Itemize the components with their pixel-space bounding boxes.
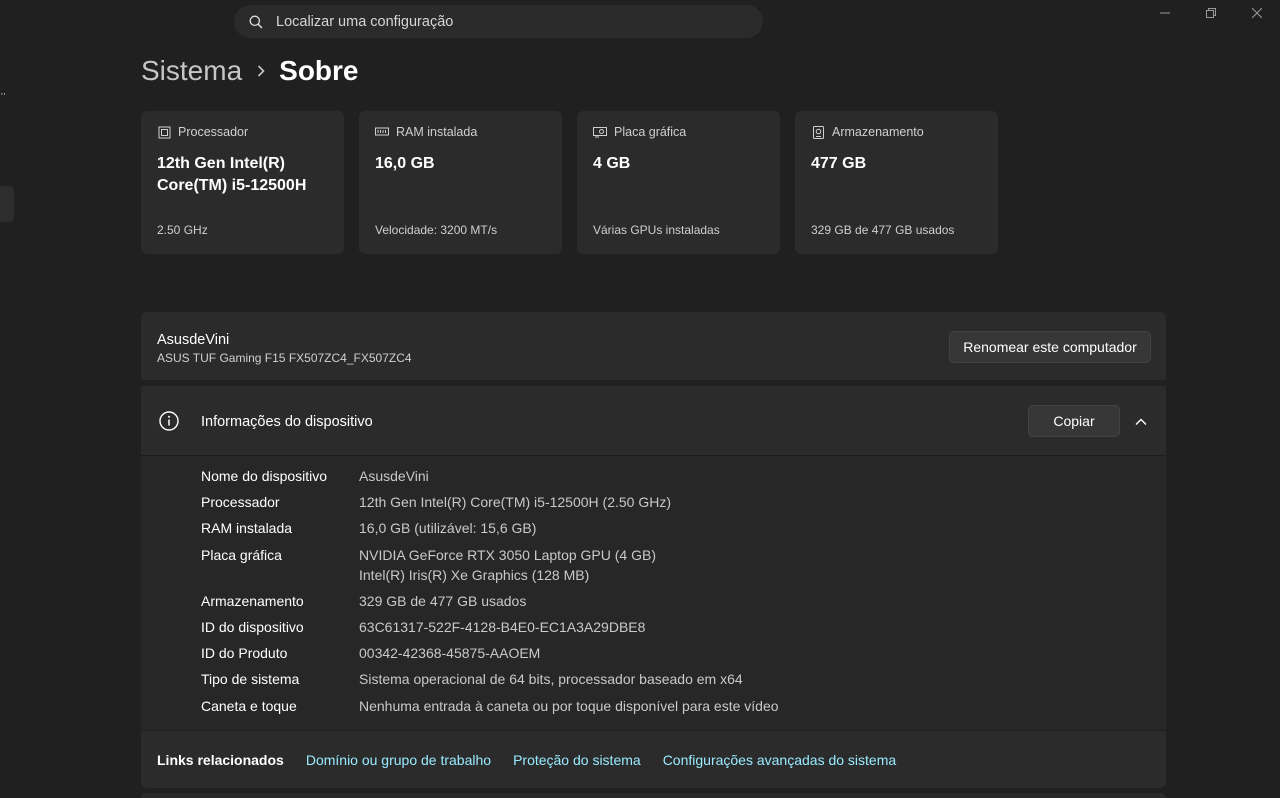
link-domain-workgroup[interactable]: Domínio ou grupo de trabalho [306, 752, 491, 768]
restore-icon[interactable] [1188, 0, 1234, 26]
spec-value: 329 GB de 477 GB usados [359, 592, 527, 609]
nav-overflow-icon[interactable]: ·· [0, 88, 6, 100]
spec-label: Nome do dispositivo [201, 468, 328, 484]
spec-value: Sistema operacional de 64 bits, processa… [359, 671, 743, 688]
card-value: 12th Gen Intel(R) [157, 155, 286, 172]
copy-button[interactable]: Copiar [1028, 405, 1120, 437]
page-title: Sobre [279, 55, 359, 86]
card-value: 4 GB [593, 155, 631, 172]
spec-label: ID do dispositivo [201, 618, 304, 635]
spec-row: Placa gráfica NVIDIA GeForce RTX 3050 La… [201, 545, 779, 585]
spec-label: Processador [201, 494, 280, 511]
spec-row: Armazenamento 329 GB de 477 GB usados [201, 591, 779, 611]
spec-value-line2: Intel(R) Iris(R) Xe Graphics (128 MB) [359, 566, 590, 583]
spec-value: 16,0 GB (utilizável: 15,6 GB) [359, 520, 537, 537]
device-info-title: Informações do dispositivo [201, 414, 373, 430]
next-section-edge [141, 793, 1166, 798]
spec-row: RAM instalada 16,0 GB (utilizável: 15,6 … [201, 518, 779, 538]
device-name-row: AsusdeVini ASUS TUF Gaming F15 FX507ZC4_… [141, 312, 1166, 380]
card-value-line2: Core(TM) i5-12500H [157, 177, 307, 194]
card-value: 477 GB [811, 155, 867, 172]
spec-row: ID do Produto 00342-42368-45875-AAOEM [201, 643, 779, 663]
spec-value: 63C61317-522F-4128-B4E0-EC1A3A29DBE8 [359, 618, 646, 635]
spec-row: Processador 12th Gen Intel(R) Core(TM) i… [201, 492, 779, 512]
search-icon [248, 14, 264, 30]
spec-value: 00342-42368-45875-AAOEM [359, 645, 541, 662]
storage-card: Armazenamento 477 GB 329 GB de 477 GB us… [795, 111, 998, 254]
spec-value: 12th Gen Intel(R) Core(TM) i5-12500H (2.… [359, 494, 671, 511]
card-footer: Várias GPUs instaladas [593, 223, 720, 237]
spec-row: ID do dispositivo 63C61317-522F-4128-B4E… [201, 617, 779, 637]
spec-label: Armazenamento [201, 592, 304, 609]
card-title: Processador [178, 125, 249, 139]
ram-icon [375, 125, 389, 139]
processor-icon [157, 125, 171, 139]
info-icon [158, 410, 180, 432]
spec-label: Tipo de sistema [201, 671, 300, 688]
card-value: 16,0 GB [375, 155, 435, 172]
chevron-up-icon[interactable] [1131, 412, 1151, 432]
processor-card: Processador 12th Gen Intel(R) Core(TM) i… [141, 111, 344, 254]
gpu-icon [593, 125, 607, 139]
device-spec-list: Nome do dispositivo AsusdeVini Processad… [201, 466, 779, 722]
card-footer: Velocidade: 3200 MT/s [375, 223, 498, 237]
ram-card: RAM instalada 16,0 GB Velocidade: 3200 M… [359, 111, 562, 254]
link-advanced-system-settings[interactable]: Configurações avançadas do sistema [663, 752, 896, 768]
spec-value: NVIDIA GeForce RTX 3050 Laptop GPU (4 GB… [359, 546, 656, 563]
spec-row: Tipo de sistema Sistema operacional de 6… [201, 669, 779, 689]
related-links-title: Links relacionados [157, 751, 284, 768]
search-box[interactable]: Localizar uma configuração [234, 5, 763, 38]
chevron-right-icon [256, 64, 266, 78]
spec-row: Caneta e toque Nenhuma entrada à caneta … [201, 696, 779, 716]
window-controls [1142, 0, 1280, 26]
device-model: ASUS TUF Gaming F15 FX507ZC4_FX507ZC4 [157, 351, 412, 365]
storage-icon [811, 125, 825, 139]
close-icon[interactable] [1234, 0, 1280, 26]
card-title: Placa gráfica [614, 125, 687, 139]
spec-value: AsusdeVini [359, 468, 429, 484]
breadcrumb-parent[interactable]: Sistema [141, 55, 242, 87]
card-footer: 2.50 GHz [157, 223, 208, 237]
card-title: RAM instalada [396, 125, 478, 139]
spec-row: Nome do dispositivo AsusdeVini [201, 466, 779, 486]
card-footer: 329 GB de 477 GB usados [811, 223, 955, 237]
link-system-protection[interactable]: Proteção do sistema [513, 752, 641, 768]
spec-label: Placa gráfica [201, 546, 282, 563]
nav-selection-indicator [0, 186, 14, 222]
related-links: Links relacionados Domínio ou grupo de t… [141, 731, 1166, 788]
device-name: AsusdeVini [157, 332, 230, 348]
device-info-section: Informações do dispositivo Copiar Nome d… [141, 386, 1166, 730]
spec-label: ID do Produto [201, 645, 288, 662]
settings-window: ·· Localizar uma configuração Sistema So… [0, 0, 1280, 798]
card-title: Armazenamento [832, 125, 924, 139]
minimize-icon[interactable] [1142, 0, 1188, 26]
device-info-header[interactable]: Informações do dispositivo Copiar [141, 386, 1166, 456]
spec-label: RAM instalada [201, 520, 293, 537]
breadcrumb: Sistema Sobre [141, 55, 359, 87]
rename-computer-button[interactable]: Renomear este computador [949, 331, 1151, 363]
spec-label: Caneta e toque [201, 697, 297, 714]
spec-value-group: NVIDIA GeForce RTX 3050 Laptop GPU (4 GB… [359, 545, 656, 585]
spec-value: Nenhuma entrada à caneta ou por toque di… [359, 697, 779, 714]
gpu-card: Placa gráfica 4 GB Várias GPUs instalada… [577, 111, 780, 254]
search-input[interactable]: Localizar uma configuração [276, 14, 453, 30]
